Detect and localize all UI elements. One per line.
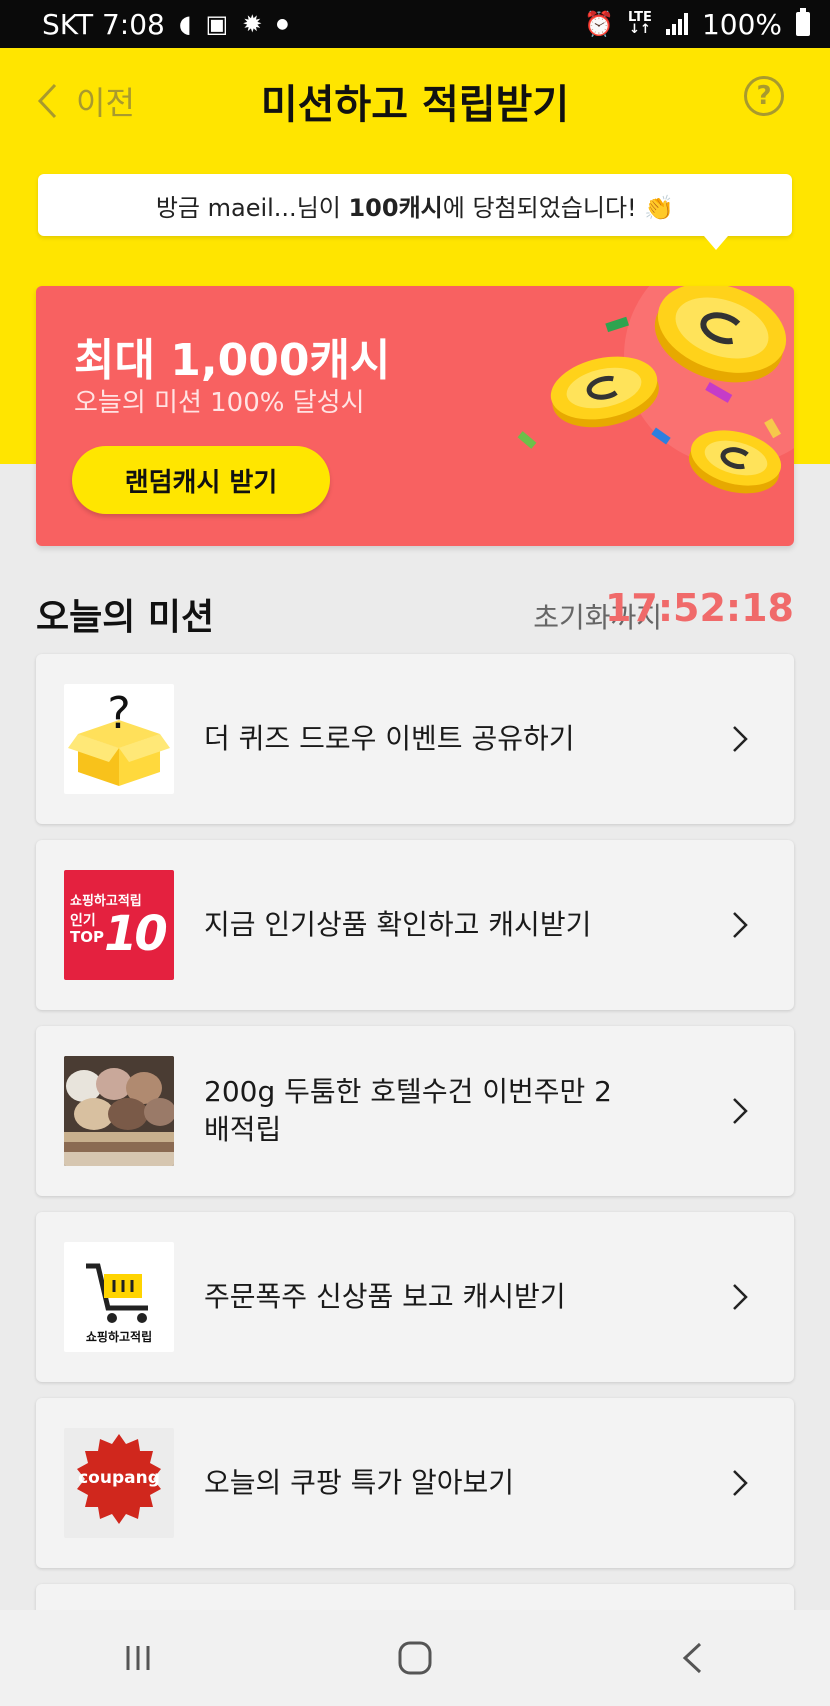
random-cash-button[interactable]: 랜덤캐시 받기 (72, 446, 330, 514)
home-icon (398, 1641, 432, 1675)
missions-title: 오늘의 미션 (36, 597, 215, 638)
chevron-right-icon (733, 1284, 748, 1310)
mission-label: 주문폭주 신상품 보고 캐시받기 (204, 1280, 566, 1313)
svg-text:?: ? (107, 688, 130, 739)
coupang-logo: coupang (64, 1428, 174, 1538)
mission-item-coupang[interactable]: coupang 오늘의 쿠팡 특가 알아보기 (36, 1398, 794, 1568)
help-icon: ? (756, 81, 772, 111)
ticker-prefix: 방금 maeil...님이 (155, 193, 349, 222)
reset-timer-value: 17:52:18 (604, 586, 794, 630)
help-button[interactable]: ? (744, 76, 784, 116)
battery-icon (796, 8, 810, 36)
shopping-cart-icon: 쇼핑하고적립 (64, 1242, 174, 1352)
page-title: 미션하고 적립받기 (260, 82, 570, 128)
battery-percent: 100% (701, 7, 782, 41)
chevron-right-icon (733, 1470, 748, 1496)
mission-item-new-products[interactable]: 쇼핑하고적립 주문폭주 신상품 보고 캐시받기 (36, 1212, 794, 1382)
back-arrow-icon (682, 1642, 701, 1674)
carrier-time: SKT 7:08 (42, 7, 165, 41)
banner-title: 최대 1,000캐시 (74, 335, 391, 386)
system-back-button[interactable] (662, 1633, 722, 1683)
mystery-box-icon: ? (64, 684, 174, 794)
status-bar: SKT 7:08 ◖ ▣ ✹ ● ⏰ LTE ↓↑ 100% (0, 0, 830, 48)
promo-banner[interactable]: 최대 1,000캐시 오늘의 미션 100% 달성시 랜덤캐시 받기 (36, 286, 794, 546)
ticker-suffix: 에 당첨되었습니다! 👏 (442, 193, 675, 222)
notification-icon: ◖ (178, 10, 192, 38)
ticker-highlight: 100캐시 (348, 193, 443, 222)
recent-apps-icon (126, 1646, 150, 1670)
coins-illustration (517, 286, 794, 494)
android-nav-bar (0, 1610, 830, 1706)
towel-photo (64, 1056, 174, 1166)
chevron-right-icon (733, 1098, 748, 1124)
chevron-right-icon (733, 912, 748, 938)
alarm-icon: ⏰ (584, 10, 615, 38)
mission-label: 200g 두툼한 호텔수건 이번주만 2배적립 (204, 1075, 612, 1146)
lte-indicator: LTE ↓↑ (628, 10, 652, 37)
more-dot-icon: ● (276, 16, 289, 32)
mission-item-towel[interactable]: 200g 두툼한 호텔수건 이번주만 2배적립 (36, 1026, 794, 1196)
recent-apps-button[interactable] (108, 1633, 168, 1683)
mission-label: 더 퀴즈 드로우 이벤트 공유하기 (204, 722, 575, 755)
home-button[interactable] (385, 1633, 445, 1683)
banner-subtitle: 오늘의 미션 100% 달성시 (74, 388, 365, 418)
mission-item-quiz-share[interactable]: ? 더 퀴즈 드로우 이벤트 공유하기 (36, 654, 794, 824)
settings-gear-icon: ✹ (242, 10, 263, 38)
chevron-right-icon (733, 726, 748, 752)
mission-label: 오늘의 쿠팡 특가 알아보기 (204, 1466, 515, 1499)
gallery-icon: ▣ (205, 10, 229, 38)
top10-badge: 쇼핑하고적립 인기 TOP 10 (64, 870, 174, 980)
mission-label: 지금 인기상품 확인하고 캐시받기 (204, 908, 592, 941)
signal-icon (665, 13, 688, 35)
winner-ticker: 방금 maeil...님이 100캐시 에 당첨되었습니다! 👏 (38, 174, 792, 250)
mission-item-top10[interactable]: 쇼핑하고적립 인기 TOP 10 지금 인기상품 확인하고 캐시받기 (36, 840, 794, 1010)
top-bar: 이전 미션하고 적립받기 ? (0, 48, 830, 148)
